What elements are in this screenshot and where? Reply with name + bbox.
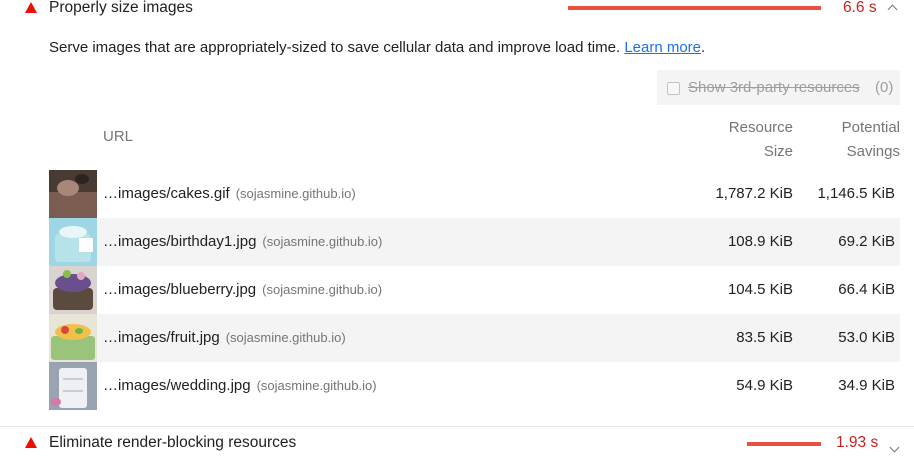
- potential-savings: 69.2 KiB: [838, 233, 895, 250]
- potential-savings: 34.9 KiB: [838, 377, 895, 394]
- resource-host: (sojasmine.github.io): [262, 282, 383, 297]
- chevron-up-icon[interactable]: [887, 4, 898, 15]
- column-header-savings-line2: Savings: [846, 143, 900, 160]
- resource-url[interactable]: …images/birthday1.jpg (sojasmine.github.i…: [103, 233, 382, 250]
- resource-host: (sojasmine.github.io): [235, 186, 356, 201]
- resource-host: (sojasmine.github.io): [256, 378, 377, 393]
- third-party-checkbox[interactable]: [667, 82, 680, 95]
- column-header-resource-line2: Size: [763, 143, 793, 160]
- table-row: …images/cakes.gif (sojasmine.github.io) 1…: [49, 170, 900, 218]
- resource-url[interactable]: …images/blueberry.jpg (sojasmine.github.i…: [103, 281, 382, 298]
- column-header-resource-size: Resource Size: [729, 116, 793, 164]
- audit-title: Properly size images: [49, 0, 193, 16]
- savings-bar: [568, 6, 821, 10]
- resource-host: (sojasmine.github.io): [225, 330, 346, 345]
- resource-size: 83.5 KiB: [736, 329, 793, 346]
- column-header-savings-line1: Potential: [841, 119, 900, 136]
- image-thumbnail: [49, 266, 97, 314]
- image-thumbnail: [49, 218, 97, 266]
- savings-bar: [747, 442, 821, 446]
- learn-more-link[interactable]: Learn more: [624, 39, 701, 56]
- potential-savings: 66.4 KiB: [838, 281, 895, 298]
- resource-host: (sojasmine.github.io): [262, 234, 383, 249]
- column-header-resource-line1: Resource: [728, 119, 793, 136]
- potential-savings: 53.0 KiB: [838, 329, 895, 346]
- table-row: …images/blueberry.jpg (sojasmine.github.i…: [49, 266, 900, 314]
- fail-triangle-icon: [25, 437, 37, 448]
- column-header-url: URL: [103, 128, 134, 145]
- resource-size: 104.5 KiB: [727, 281, 793, 298]
- audit-description: Serve images that are appropriately-size…: [49, 39, 705, 56]
- resource-url[interactable]: …images/wedding.jpg (sojasmine.github.io): [103, 377, 377, 394]
- resource-size: 108.9 KiB: [727, 233, 793, 250]
- description-text: Serve images that are appropriately-size…: [49, 39, 621, 56]
- audit-savings-time: 1.93 s: [836, 434, 879, 451]
- fail-triangle-icon: [25, 2, 37, 13]
- audit-savings-time: 6.6 s: [843, 0, 877, 16]
- table-row: …images/wedding.jpg (sojasmine.github.io)…: [49, 362, 900, 410]
- third-party-count: (0): [875, 79, 894, 96]
- table-row: …images/fruit.jpg (sojasmine.github.io) 8…: [49, 314, 900, 362]
- image-thumbnail: [49, 362, 97, 410]
- audit-title: Eliminate render-blocking resources: [49, 434, 297, 451]
- audit-properly-size-images[interactable]: Properly size images 6.6 s: [0, 0, 914, 25]
- column-header-potential-savings: Potential Savings: [842, 116, 900, 164]
- image-thumbnail: [49, 170, 97, 218]
- resource-url[interactable]: …images/cakes.gif (sojasmine.github.io): [103, 185, 356, 202]
- resource-url[interactable]: …images/fruit.jpg (sojasmine.github.io): [103, 329, 346, 346]
- resource-size: 1,787.2 KiB: [715, 185, 793, 202]
- audit-eliminate-render-blocking[interactable]: Eliminate render-blocking resources 1.93…: [0, 426, 914, 461]
- description-end: .: [701, 39, 706, 56]
- resource-size: 54.9 KiB: [736, 377, 793, 394]
- third-party-filter[interactable]: Show 3rd-party resources (0): [657, 70, 900, 105]
- third-party-label: Show 3rd-party resources: [688, 79, 860, 96]
- table-row: …images/birthday1.jpg (sojasmine.github.i…: [49, 218, 900, 266]
- chevron-down-icon[interactable]: [889, 442, 900, 453]
- potential-savings: 1,146.5 KiB: [817, 185, 895, 202]
- image-thumbnail: [49, 314, 97, 362]
